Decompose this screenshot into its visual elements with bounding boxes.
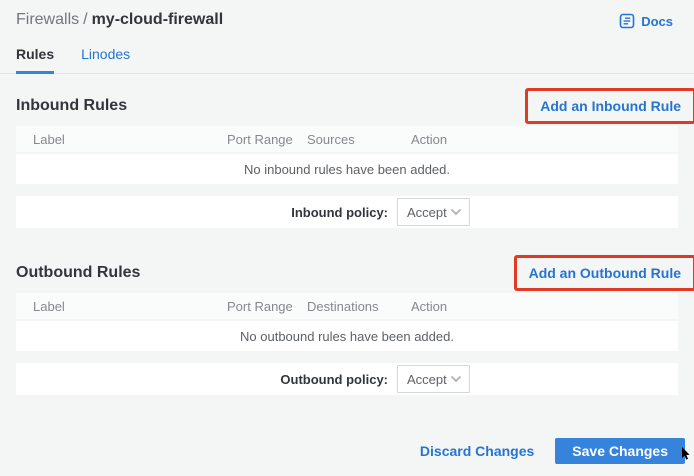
add-outbound-rule-button[interactable]: Add an Outbound Rule [529, 265, 681, 281]
column-header-action: Action [411, 132, 678, 147]
inbound-table-header: Label Port Range Sources Action [16, 126, 678, 152]
outbound-rules-heading: Outbound Rules [16, 264, 140, 282]
save-changes-button[interactable]: Save Changes [555, 438, 685, 464]
annotation-highlight-inbound: Add an Inbound Rule [525, 88, 694, 124]
annotation-highlight-outbound: Add an Outbound Rule [514, 255, 694, 291]
outbound-policy-label: Outbound policy: [280, 372, 388, 387]
column-header-sources: Sources [307, 132, 411, 147]
inbound-section-header: Inbound Rules Add an Inbound Rule [0, 88, 694, 124]
inbound-policy-select[interactable]: Accept [397, 198, 470, 226]
column-header-label: Label [16, 299, 227, 314]
column-header-destinations: Destinations [307, 299, 411, 314]
tab-bar: Rules Linodes [0, 46, 694, 74]
column-header-port-range: Port Range [227, 299, 307, 314]
chevron-down-icon [450, 208, 462, 216]
outbound-policy-row: Outbound policy: Accept [16, 363, 678, 395]
inbound-policy-value: Accept [407, 205, 447, 220]
breadcrumb-separator: / [83, 11, 87, 28]
docs-link-label: Docs [641, 14, 673, 29]
outbound-table-header: Label Port Range Destinations Action [16, 293, 678, 319]
document-icon [619, 13, 635, 29]
inbound-policy-label: Inbound policy: [291, 205, 388, 220]
docs-link[interactable]: Docs [619, 13, 673, 29]
column-header-label: Label [16, 132, 227, 147]
inbound-empty-message: No inbound rules have been added. [244, 162, 450, 177]
breadcrumb-firewalls-link[interactable]: Firewalls [16, 11, 79, 28]
column-header-port-range: Port Range [227, 132, 307, 147]
inbound-rules-table: Label Port Range Sources Action No inbou… [16, 126, 678, 228]
outbound-policy-value: Accept [407, 372, 447, 387]
column-header-action: Action [411, 299, 678, 314]
chevron-down-icon [450, 375, 462, 383]
outbound-empty-message: No outbound rules have been added. [240, 329, 454, 344]
discard-changes-button[interactable]: Discard Changes [420, 443, 534, 459]
top-bar: Firewalls/ my-cloud-firewall Docs [0, 0, 694, 29]
page-title: my-cloud-firewall [92, 11, 224, 28]
inbound-empty-row: No inbound rules have been added. [16, 154, 678, 184]
tab-linodes[interactable]: Linodes [81, 46, 130, 74]
mouse-cursor-icon [681, 447, 690, 466]
outbound-section-header: Outbound Rules Add an Outbound Rule [0, 255, 694, 291]
inbound-policy-row: Inbound policy: Accept [16, 196, 678, 228]
outbound-rules-table: Label Port Range Destinations Action No … [16, 293, 678, 395]
outbound-policy-select[interactable]: Accept [397, 365, 470, 393]
footer-actions: Discard Changes Save Changes [0, 438, 694, 464]
add-inbound-rule-button[interactable]: Add an Inbound Rule [540, 98, 681, 114]
inbound-rules-heading: Inbound Rules [16, 97, 127, 115]
tab-rules[interactable]: Rules [16, 46, 54, 74]
outbound-empty-row: No outbound rules have been added. [16, 321, 678, 351]
breadcrumb: Firewalls/ my-cloud-firewall [16, 11, 223, 29]
